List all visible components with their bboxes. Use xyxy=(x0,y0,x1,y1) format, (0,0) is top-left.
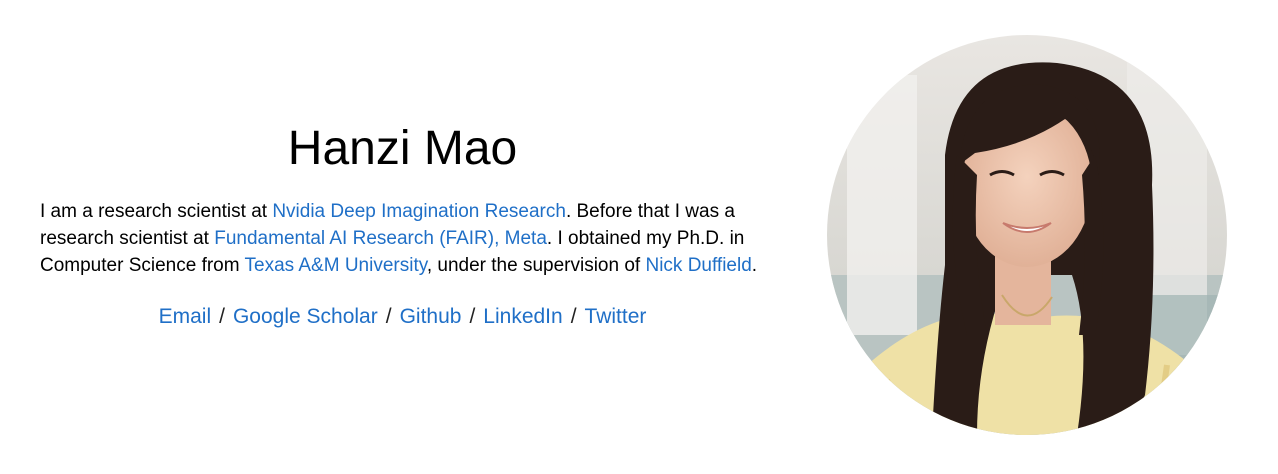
intro-section: Hanzi Mao I am a research scientist at N… xyxy=(40,118,765,331)
advisor-link[interactable]: Nick Duffield xyxy=(645,255,751,276)
link-separator: / xyxy=(570,305,577,328)
nvidia-link[interactable]: Nvidia Deep Imagination Research xyxy=(272,201,566,222)
bio-text-5: . xyxy=(751,255,758,276)
page-title: Hanzi Mao xyxy=(287,122,518,175)
social-links: Email / Google Scholar / Github / LinkedIn / Twi… xyxy=(40,303,765,331)
fair-meta-link[interactable]: Fundamental AI Research (FAIR), Meta xyxy=(214,228,547,249)
twitter-link[interactable]: Twitter xyxy=(585,305,647,328)
github-link[interactable]: Github xyxy=(400,305,462,328)
link-separator: / xyxy=(469,305,476,328)
bio-text-4: , under the supervision of xyxy=(426,255,646,276)
linkedin-link[interactable]: LinkedIn xyxy=(483,305,562,328)
bio-text-1: I am a research scientist at xyxy=(40,201,273,222)
profile-photo xyxy=(827,35,1227,435)
tamu-link[interactable]: Texas A&M University xyxy=(245,255,427,276)
link-separator: / xyxy=(385,305,392,328)
portrait-illustration xyxy=(827,35,1227,435)
link-separator: / xyxy=(219,305,225,328)
email-link[interactable]: Email xyxy=(159,305,212,328)
bio-paragraph: I am a research scientist at Nvidia Deep… xyxy=(40,198,765,279)
google-scholar-link[interactable]: Google Scholar xyxy=(233,305,378,328)
